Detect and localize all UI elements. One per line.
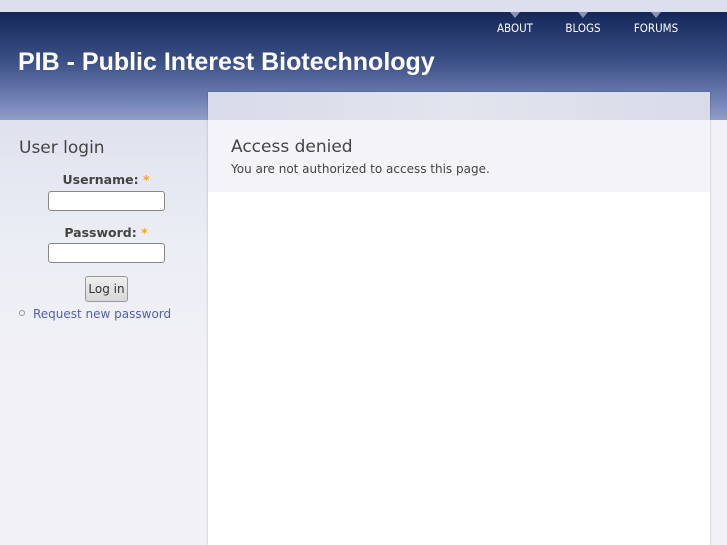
request-password-link[interactable]: Request new password [33,307,171,321]
bullet-icon [19,310,25,316]
password-label-text: Password: [64,225,137,240]
username-label: Username: * [0,172,212,187]
primary-nav: ABOUT BLOGS FORUMS [484,12,727,35]
nav-forums[interactable]: FORUMS [623,12,689,35]
username-label-text: Username: [62,172,139,187]
site-title[interactable]: PIB - Public Interest Biotechnology [18,48,435,77]
page-title: Access denied [231,137,353,157]
main-header: Access denied You are not authorized to … [208,120,710,192]
main-top-bar [208,92,710,120]
access-denied-message: You are not authorized to access this pa… [231,162,490,176]
user-login-title: User login [19,138,105,158]
triangle-icon [651,12,661,18]
nav-blogs-label: BLOGS [565,21,601,35]
required-marker: * [142,172,150,187]
top-band [0,0,727,12]
triangle-icon [578,12,588,18]
sidebar: User login Username: * Password: * Log i… [0,120,208,545]
required-marker: * [141,225,148,240]
request-password-item: Request new password [19,307,171,321]
login-button[interactable]: Log in [85,276,128,302]
nav-about-label: ABOUT [496,21,533,35]
triangle-icon [510,12,520,18]
username-input[interactable] [48,191,165,211]
nav-about[interactable]: ABOUT [484,12,546,35]
nav-blogs[interactable]: BLOGS [553,12,613,35]
main-content: Access denied You are not authorized to … [208,92,710,545]
password-label: Password: * [0,225,212,240]
nav-forums-label: FORUMS [633,21,679,35]
password-input[interactable] [48,243,165,263]
